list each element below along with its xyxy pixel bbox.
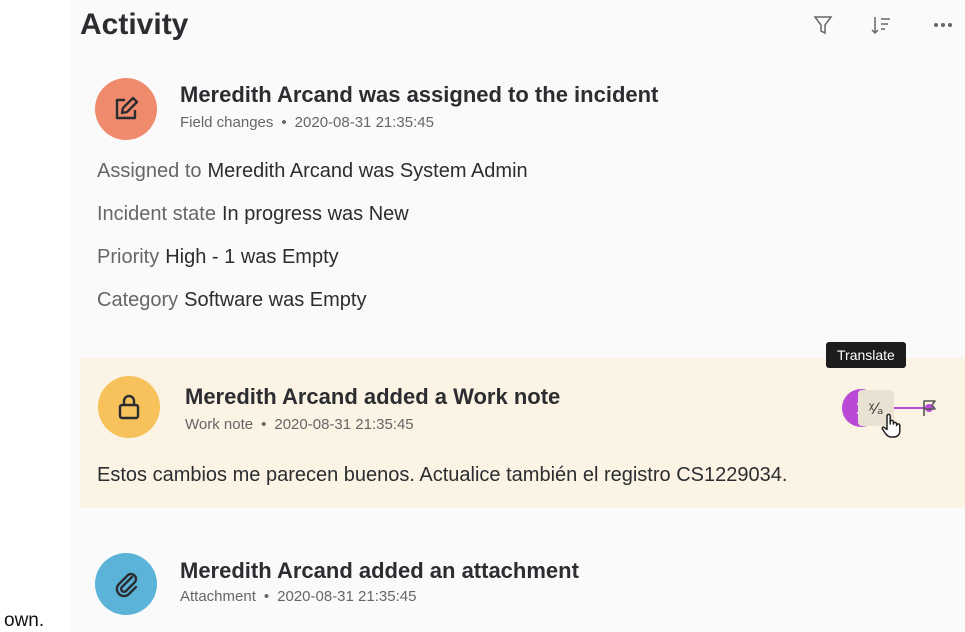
entry-meta: Attachment • 2020-08-31 21:35:45 (180, 588, 417, 605)
field-row-assigned-to: Assigned to Meredith Arcand was System Ad… (97, 160, 528, 183)
lock-icon (118, 394, 140, 420)
edit-icon (115, 96, 139, 120)
field-change-avatar (95, 78, 157, 140)
field-row-priority: Priority High - 1 was Empty (97, 246, 339, 269)
entry-type: Field changes (180, 114, 274, 131)
entry-type: Work note (185, 416, 254, 433)
activity-panel: Activity Meredith Arcand was assigned to… (70, 0, 965, 632)
entry-title: Meredith Arcand was assigned to the inci… (180, 82, 659, 107)
field-row-incident-state: Incident state In progress was New (97, 203, 409, 226)
work-note-text: Estos cambios me parecen buenos. Actuali… (97, 464, 788, 486)
entry-title: Meredith Arcand added a Work note (185, 384, 561, 409)
attachment-avatar (95, 553, 157, 615)
flag-icon[interactable] (920, 398, 940, 418)
entry-title: Meredith Arcand added an attachment (180, 558, 579, 583)
sort-icon[interactable] (870, 14, 892, 36)
entry-timestamp: 2020-08-31 21:35:45 (277, 588, 417, 605)
field-row-category: Category Software was Empty (97, 289, 366, 312)
work-note-avatar (98, 376, 160, 438)
field-label: Priority (97, 246, 160, 268)
page-title: Activity (80, 8, 189, 41)
stray-caption-text: own. (4, 610, 45, 631)
field-value: Meredith Arcand was System Admin (207, 160, 528, 182)
field-label: Category (97, 289, 179, 311)
paperclip-icon (115, 572, 138, 598)
field-value: High - 1 was Empty (165, 246, 339, 268)
entry-type: Attachment (180, 588, 256, 605)
entry-meta: Field changes • 2020-08-31 21:35:45 (180, 114, 434, 131)
field-value: Software was Empty (184, 289, 367, 311)
entry-timestamp: 2020-08-31 21:35:45 (294, 114, 434, 131)
entry-meta: Work note • 2020-08-31 21:35:45 (185, 416, 414, 433)
filter-icon[interactable] (812, 14, 834, 36)
entry-timestamp: 2020-08-31 21:35:45 (274, 416, 414, 433)
hand-cursor-icon (881, 413, 901, 438)
field-label: Incident state (97, 203, 216, 225)
translate-tooltip: Translate (826, 342, 906, 368)
more-icon[interactable] (932, 14, 954, 36)
field-value: In progress was New (221, 203, 409, 225)
work-note-entry: Meredith Arcand added a Work note Work n… (80, 358, 965, 508)
field-label: Assigned to (97, 160, 202, 182)
